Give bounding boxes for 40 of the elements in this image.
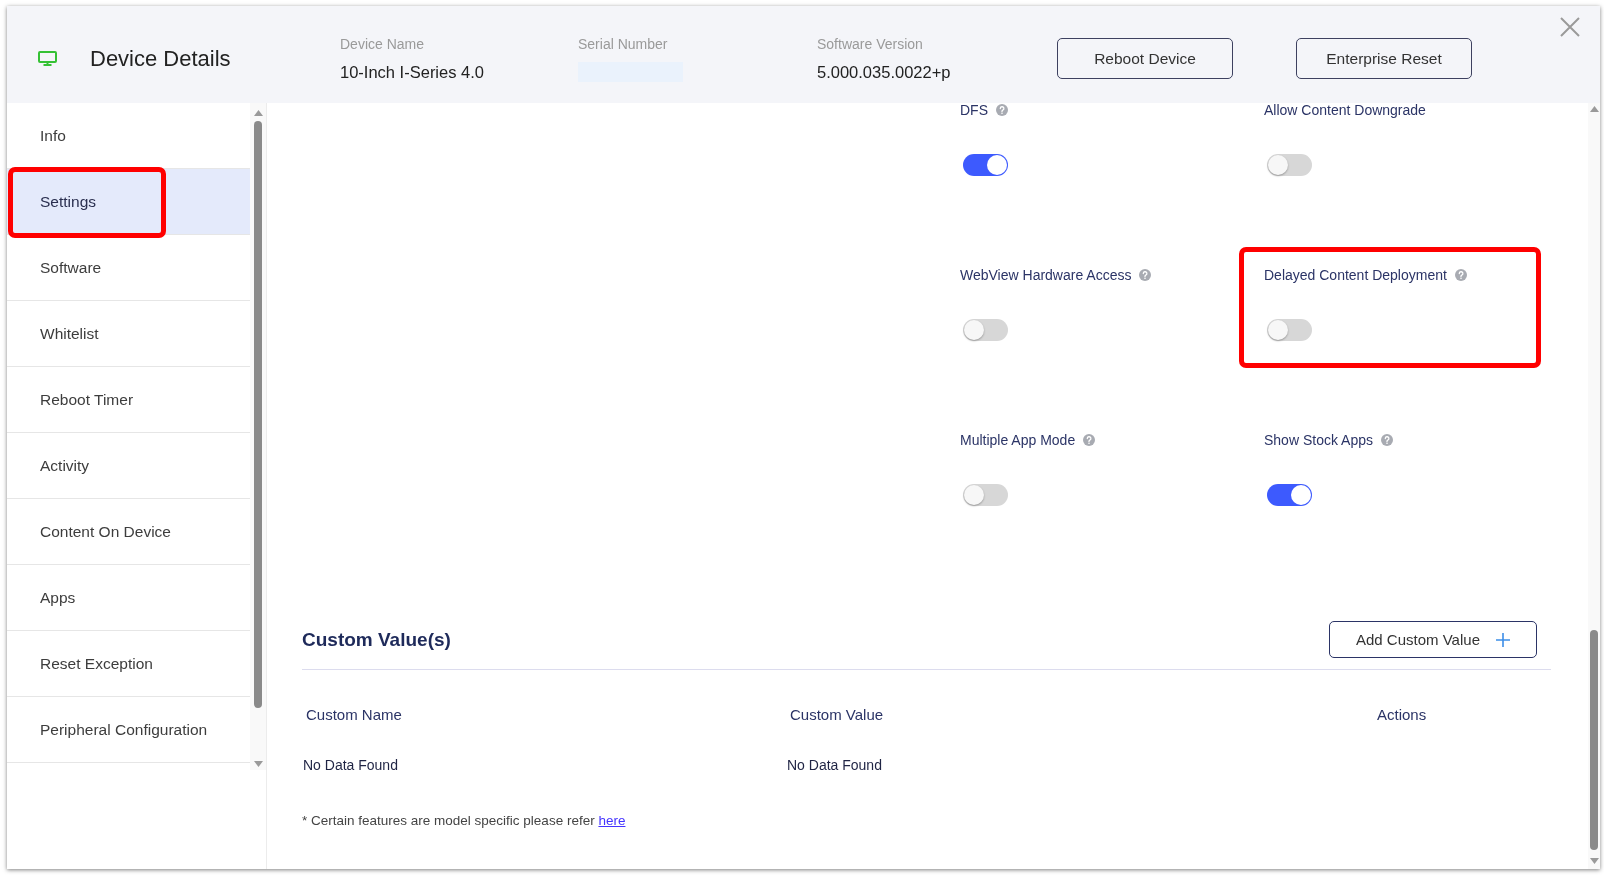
column-header: Custom Value [789, 705, 884, 723]
close-button[interactable] [1560, 17, 1580, 37]
field-label: Device Name [340, 35, 425, 53]
toggle-switch[interactable] [963, 484, 1008, 506]
field-label: Serial Number [578, 35, 668, 53]
setting-label: Multiple App Mode [960, 433, 1076, 447]
reference-link[interactable]: here [598, 813, 626, 828]
action-button[interactable]: Reboot Device [1057, 38, 1233, 79]
setting-label: Show Stock Apps [1264, 433, 1373, 447]
setting-label: Allow Content Downgrade [1264, 103, 1426, 117]
field-value: 5.000.035.0022+p [817, 62, 951, 82]
monitor-icon [38, 51, 57, 66]
toggle-switch[interactable] [1267, 154, 1312, 176]
section-title: Custom Value(s) [302, 628, 451, 651]
scroll-down-icon[interactable] [1589, 858, 1599, 864]
footnote-text: * Certain features are model specific please refer here [302, 812, 626, 830]
setting-label: Delayed Content Deployment [1264, 268, 1447, 282]
field-label: Software Version [817, 35, 923, 53]
scrollbar-thumb[interactable] [254, 121, 262, 708]
setting-label: WebView Hardware Access [960, 268, 1132, 282]
field-value: 10-Inch I-Series 4.0 [340, 62, 484, 82]
plus-icon [1496, 632, 1510, 647]
dialog-title: Device Details [90, 45, 231, 72]
toggle-switch[interactable] [1267, 484, 1312, 506]
scroll-down-icon[interactable] [253, 761, 263, 767]
scroll-up-icon[interactable] [253, 110, 263, 116]
table-cell: No Data Found [302, 757, 398, 773]
action-button[interactable]: Enterprise Reset [1296, 38, 1472, 79]
toggle-switch[interactable] [963, 154, 1008, 176]
setting-label: DFS [960, 103, 988, 117]
column-header: Custom Name [305, 705, 402, 723]
toggle-switch[interactable] [963, 319, 1008, 341]
table-cell: No Data Found [786, 757, 882, 773]
column-header: Actions [1376, 705, 1427, 723]
add-button[interactable]: Add Custom Value [1329, 621, 1537, 658]
toggle-switch[interactable] [1267, 319, 1312, 341]
scroll-up-icon[interactable] [1589, 106, 1599, 112]
sidebar-item[interactable]: Settings [7, 169, 250, 235]
close-icon [1560, 17, 1580, 37]
scrollbar-thumb[interactable] [1590, 630, 1598, 850]
